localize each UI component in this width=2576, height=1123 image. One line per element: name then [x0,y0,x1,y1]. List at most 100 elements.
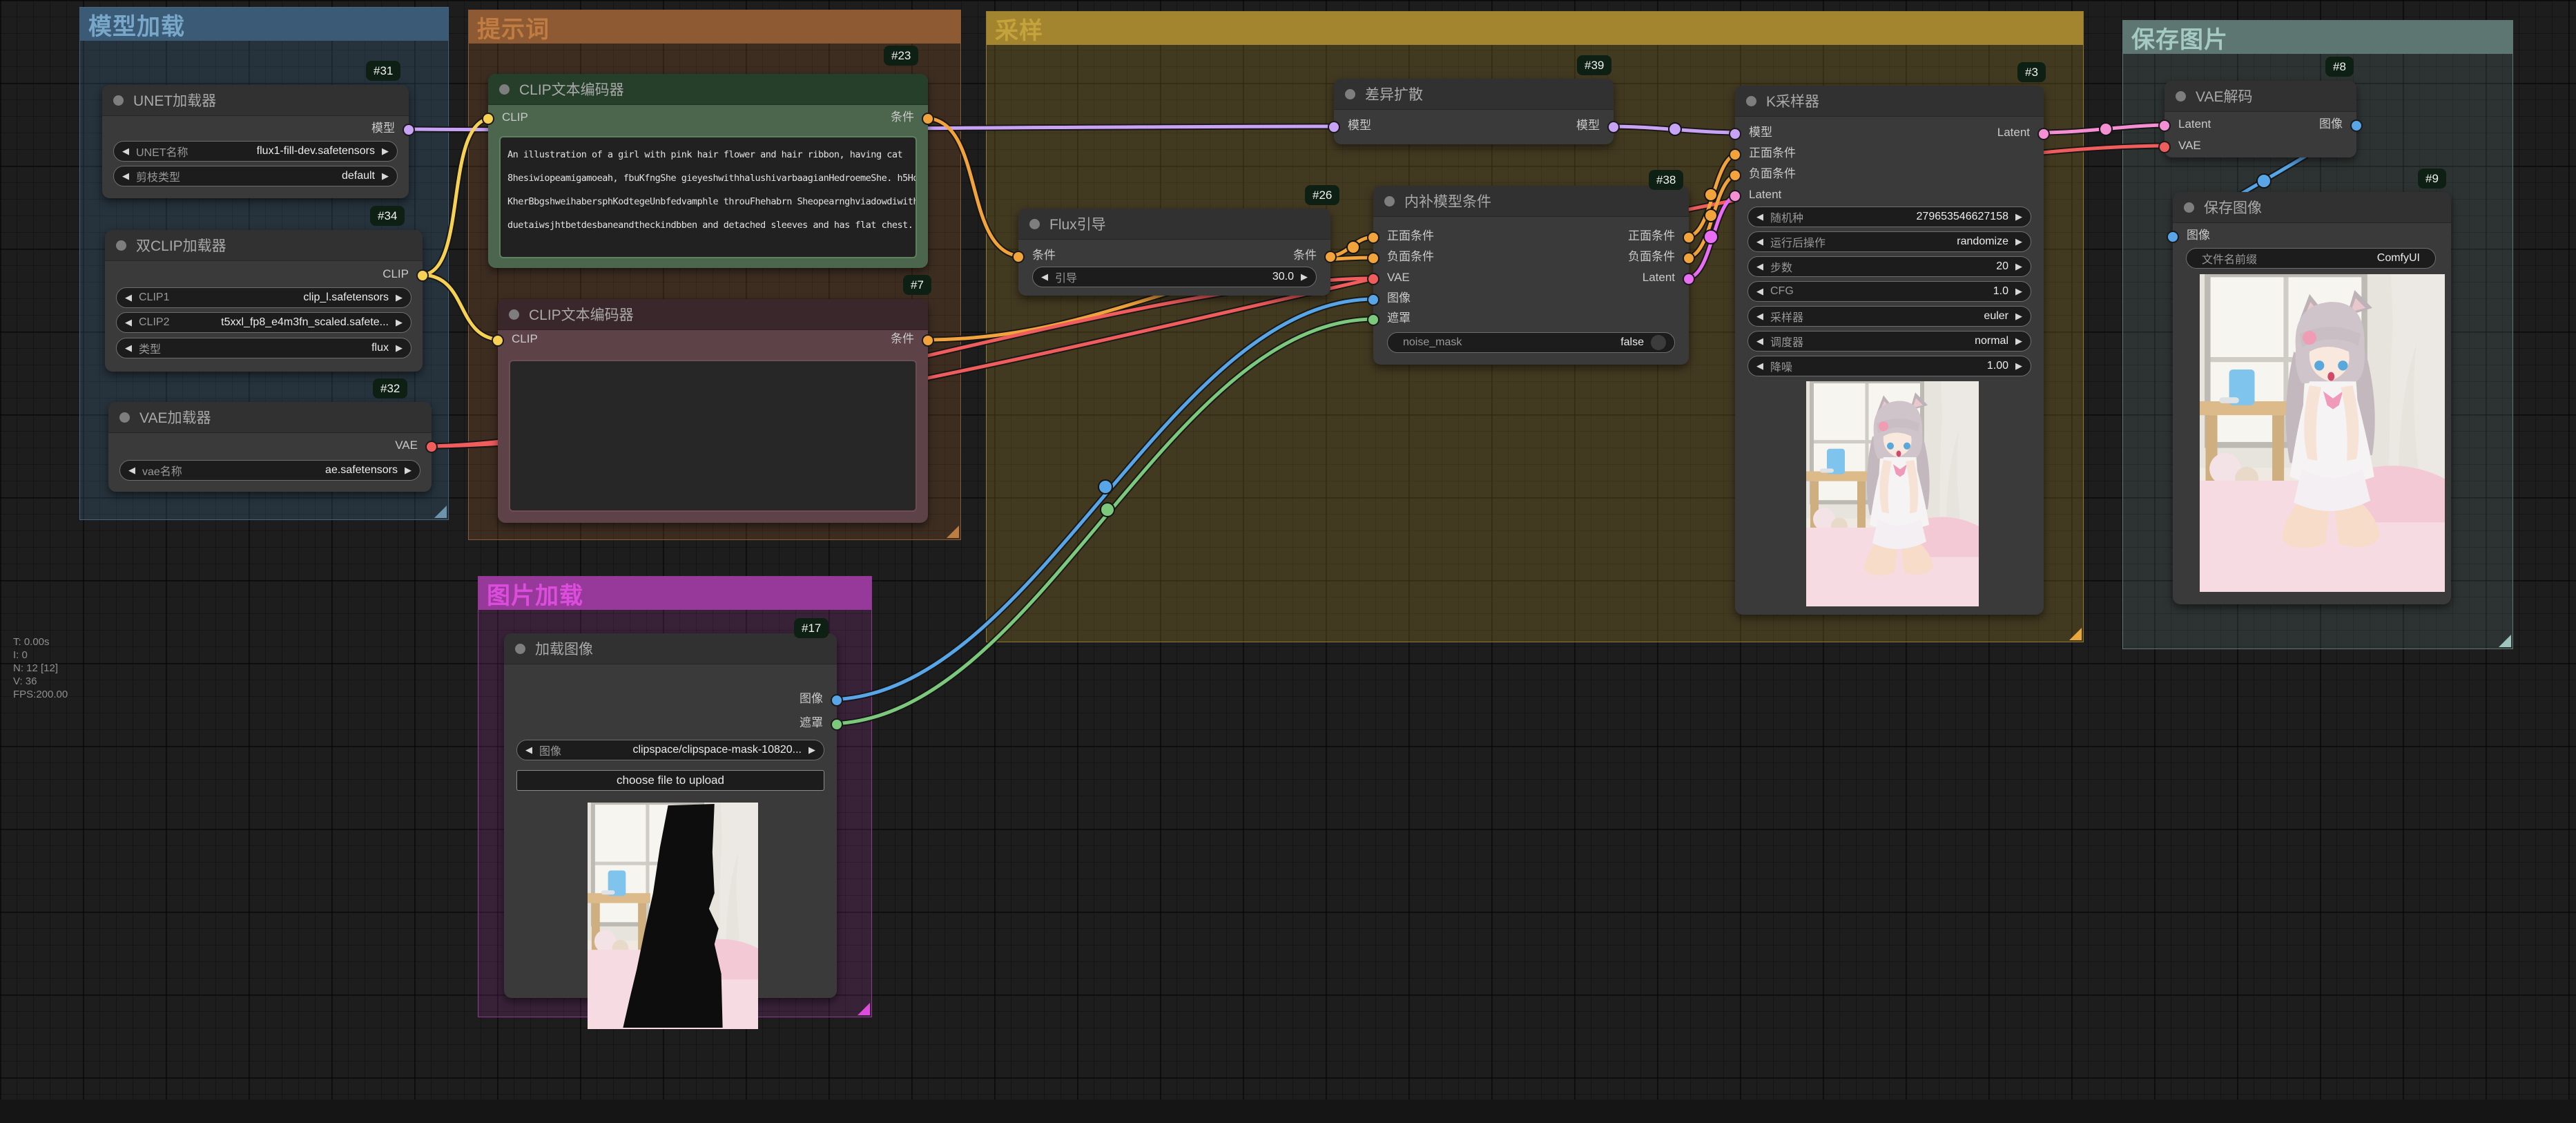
positive-input-port[interactable] [1367,231,1379,244]
group-resize-handle[interactable] [947,526,959,538]
collapse-dot-icon[interactable] [1746,96,1756,106]
conditioning-output-port[interactable] [1324,251,1337,263]
next-arrow-icon[interactable]: ▶ [2015,261,2022,272]
prev-arrow-icon[interactable]: ◀ [1756,286,1763,297]
next-arrow-icon[interactable]: ▶ [382,146,389,157]
model-input-port[interactable] [1729,128,1741,140]
negative-output-port[interactable] [1683,252,1695,265]
cfg-widget[interactable]: ◀ CFG 1.0 ▶ [1747,281,2031,302]
group-prompt-titlebar[interactable]: 提示词 [469,10,960,44]
guidance-widget[interactable]: ◀ 引导 30.0 ▶ [1032,267,1317,287]
group-resize-handle[interactable] [2069,628,2082,640]
node-vae-loader[interactable]: VAE加载器 VAE ◀ vae名称 ae.safetensors ▶ [108,402,432,492]
control-after-generate-widget[interactable]: ◀ 运行后操作 randomize ▶ [1747,231,2031,252]
negative-input-port[interactable] [1367,252,1379,265]
collapse-dot-icon[interactable] [1345,89,1355,99]
vae-output-port[interactable] [425,441,438,453]
node-dual-clip-loader[interactable]: 双CLIP加载器 CLIP ◀ CLIP1 clip_l.safetensors… [105,230,423,372]
scheduler-widget[interactable]: ◀ 调度器 normal ▶ [1747,331,2031,352]
group-model-load-titlebar[interactable]: 模型加载 [80,8,448,41]
masked-image-preview[interactable] [588,803,758,1029]
conditioning-output-port[interactable] [922,334,934,347]
prev-arrow-icon[interactable]: ◀ [1756,261,1763,272]
prompt-textarea[interactable] [509,360,917,512]
clip-output-port[interactable] [416,269,429,282]
group-resize-handle[interactable] [858,1003,870,1015]
next-arrow-icon[interactable]: ▶ [2015,311,2022,322]
model-input-port[interactable] [1328,121,1340,133]
unet-name-widget[interactable]: ◀ UNET名称 flux1-fill-dev.safetensors ▶ [113,141,398,162]
denoise-widget[interactable]: ◀ 降噪 1.00 ▶ [1747,356,2031,376]
next-arrow-icon[interactable]: ▶ [396,317,403,328]
latent-input-port[interactable] [1729,190,1741,202]
next-arrow-icon[interactable]: ▶ [396,343,403,354]
prev-arrow-icon[interactable]: ◀ [1756,236,1763,247]
node-load-image[interactable]: 加载图像 图像 遮罩 ◀ 图像 clipspace/clipspace-mask… [504,633,837,998]
node-header[interactable]: 加载图像 [504,633,837,664]
prev-arrow-icon[interactable]: ◀ [1756,311,1763,322]
next-arrow-icon[interactable]: ▶ [2015,286,2022,297]
collapse-dot-icon[interactable] [499,84,510,95]
next-arrow-icon[interactable]: ▶ [2015,361,2022,372]
node-clip-text-encode-negative[interactable]: CLIP文本编码器 CLIP 条件 [498,299,928,523]
positive-input-port[interactable] [1729,148,1741,161]
prev-arrow-icon[interactable]: ◀ [125,343,132,354]
latent-output-port[interactable] [1683,273,1695,285]
model-output-port[interactable] [403,124,415,136]
positive-output-port[interactable] [1683,231,1695,244]
collapse-dot-icon[interactable] [2184,202,2194,213]
toggle-knob-icon[interactable] [1651,335,1666,350]
node-header[interactable]: VAE解码 [2165,81,2356,112]
node-header[interactable]: 内补模型条件 [1373,186,1689,217]
node-differential-diffusion[interactable]: 差异扩散 模型 模型 [1334,79,1614,144]
node-graph-canvas[interactable]: 模型加载 提示词 采样 保存图片 图片加载 [0,0,2576,1123]
collapse-dot-icon[interactable] [113,95,124,106]
mask-input-port[interactable] [1367,314,1379,326]
group-save-image-titlebar[interactable]: 保存图片 [2123,21,2512,54]
prompt-textarea[interactable]: An illustration of a girl with pink hair… [499,136,917,258]
node-header[interactable]: CLIP文本编码器 [498,299,928,330]
negative-input-port[interactable] [1729,169,1741,182]
weight-dtype-widget[interactable]: ◀ 剪枝类型 default ▶ [113,166,398,186]
next-arrow-icon[interactable]: ▶ [382,171,389,182]
image-input-port[interactable] [2167,231,2179,243]
node-header[interactable]: 双CLIP加载器 [105,230,423,261]
node-inpaint-model-conditioning[interactable]: 内补模型条件 正面条件 负面条件 VAE 图像 遮罩 正面条件 负面条件 Lat… [1373,186,1689,365]
image-output-port[interactable] [2350,119,2363,132]
collapse-dot-icon[interactable] [119,412,130,423]
image-input-port[interactable] [1367,294,1379,306]
seed-widget[interactable]: ◀ 随机种 279653546627158 ▶ [1747,207,2031,227]
image-file-widget[interactable]: ◀ 图像 clipspace/clipspace-mask-10820... ▶ [516,740,824,760]
collapse-dot-icon[interactable] [1029,219,1040,229]
saved-image-preview[interactable] [2200,274,2445,592]
clip-type-widget[interactable]: ◀ 类型 flux ▶ [116,338,411,358]
prev-arrow-icon[interactable]: ◀ [525,745,532,756]
clip2-widget[interactable]: ◀ CLIP2 t5xxl_fp8_e4m3fn_scaled.safete..… [116,312,411,333]
vae-input-port[interactable] [2158,141,2171,153]
latent-output-port[interactable] [2037,128,2050,140]
next-arrow-icon[interactable]: ▶ [1301,271,1308,282]
collapse-dot-icon[interactable] [1384,196,1395,207]
group-resize-handle[interactable] [434,506,447,518]
mask-output-port[interactable] [831,718,843,731]
clip-input-port[interactable] [492,334,504,347]
collapse-dot-icon[interactable] [515,644,525,654]
next-arrow-icon[interactable]: ▶ [2015,336,2022,347]
node-header[interactable]: 保存图像 [2173,192,2451,223]
clip1-widget[interactable]: ◀ CLIP1 clip_l.safetensors ▶ [116,287,411,308]
group-sampling-titlebar[interactable]: 采样 [987,12,2083,45]
vae-input-port[interactable] [1367,273,1379,285]
node-header[interactable]: 差异扩散 [1334,79,1614,110]
next-arrow-icon[interactable]: ▶ [2015,236,2022,247]
node-header[interactable]: K采样器 [1735,86,2044,117]
node-header[interactable]: UNET加载器 [102,85,409,116]
node-save-image[interactable]: 保存图像 图像 文件名前缀 ComfyUI [2173,192,2451,604]
model-output-port[interactable] [1607,121,1620,133]
node-header[interactable]: CLIP文本编码器 [488,74,928,105]
node-ksampler[interactable]: K采样器 模型 正面条件 负面条件 Latent Latent ◀ 随机种 27… [1735,86,2044,615]
clip-input-port[interactable] [482,113,494,125]
node-vae-decode[interactable]: VAE解码 Latent VAE 图像 [2165,81,2356,157]
node-unet-loader[interactable]: UNET加载器 模型 ◀ UNET名称 flux1-fill-dev.safet… [102,85,409,198]
prev-arrow-icon[interactable]: ◀ [122,171,129,182]
node-flux-guidance[interactable]: Flux引导 条件 条件 ◀ 引导 30.0 ▶ [1018,209,1330,296]
